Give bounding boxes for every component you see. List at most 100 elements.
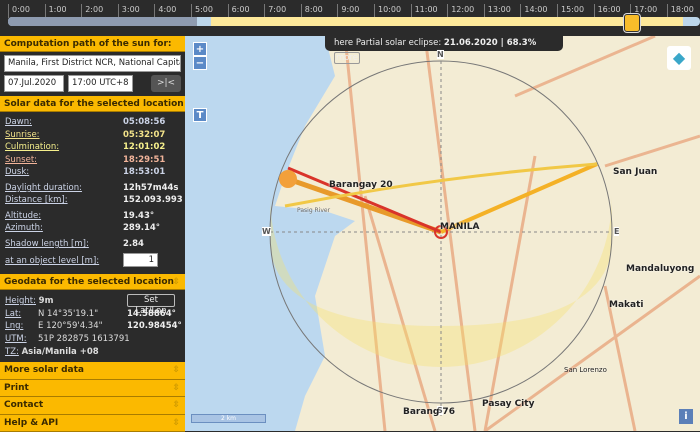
section-header[interactable]: Help & API⇳ [0,415,185,432]
label-makati: Makati [609,300,643,310]
hour-tick[interactable]: 3:00 [118,4,140,18]
shadow-label[interactable]: Shadow length [m]: [5,239,89,249]
eclipse-text: here Partial solar eclipse: [334,38,441,48]
solar-label[interactable]: Culmination: [5,142,59,152]
eclipse-banner: here Partial solar eclipse: 21.06.2020 |… [325,36,563,51]
solar-label[interactable]: Sunrise: [5,130,40,140]
sun-position [279,170,297,188]
hour-tick[interactable]: 11:00 [411,4,438,18]
solar-row: Culmination: 12:01:02 [5,141,180,153]
hour-tick[interactable]: 16:00 [594,4,621,18]
solar-row: Dusk: 18:53:01 [5,166,180,178]
tz-label[interactable]: TZ: [5,347,19,357]
geodata-header[interactable]: Geodata for the selected location⇳ [0,274,185,290]
solar-label[interactable]: Sunset: [5,155,37,165]
label-barangay-20: Barangay 20 [329,180,393,190]
roads [345,36,700,431]
info-button[interactable]: i [679,409,693,424]
scale-bar: 2 km [191,414,266,423]
lat-label[interactable]: Lat: [5,309,21,319]
section-label: Contact [4,400,43,410]
hour-tick[interactable]: 13:00 [484,4,511,18]
hour-tick[interactable]: 4:00 [154,4,176,18]
solar-row: Dawn: 05:08:56 [5,116,180,128]
section-header[interactable]: More solar data⇳ [0,362,185,380]
expand-icon[interactable]: ⇳ [172,415,180,431]
hour-tick[interactable]: 14:00 [520,4,547,18]
solar-value: 05:08:56 [123,116,165,128]
hour-tick[interactable]: 18:00 [667,4,694,18]
section-header[interactable]: Contact ⇳ [0,397,185,415]
lat-decimal: 14.58864° [127,308,176,320]
t-button[interactable]: T [193,108,207,122]
object-level-label[interactable]: at an object level [m]: [5,256,99,266]
label-pasay-city: Pasay City [482,399,534,409]
expand-icon[interactable]: ⇳ [172,380,180,396]
geodata-header-label: Geodata for the selected location [4,277,174,287]
time-input[interactable]: 17:00 UTC+8 [68,75,133,92]
expand-icon[interactable]: ⇳ [172,362,180,378]
solar-label[interactable]: Dusk: [5,167,29,177]
label-san-juan: San Juan [613,167,657,177]
hour-tick[interactable]: 2:00 [81,4,103,18]
hour-tick[interactable]: 10:00 [374,4,401,18]
hour-tick[interactable]: 9:00 [337,4,359,18]
azimuth-value: 289.14° [123,222,160,234]
height-value: 9m [39,296,54,306]
hour-tick[interactable]: 8:00 [301,4,323,18]
shadow-value: 2.84 [123,238,144,250]
set-latlon-button[interactable]: Set Lat/Lon [127,294,175,307]
distance-value: 152.093.993 [123,194,183,206]
hour-tick[interactable]: 7:00 [264,4,286,18]
section-label: Print [4,383,29,393]
solar-row: Sunset: 18:29:51 [5,154,180,166]
now-button[interactable]: >|< [151,75,181,92]
object-level-input[interactable]: 1 [123,253,158,267]
time-slider-handle[interactable] [624,14,640,32]
daylight-value: 12h57m44s [123,182,178,194]
solar-value: 18:53:01 [123,166,165,178]
path-header: Computation path of the sun for: [0,36,185,52]
location-input[interactable]: Manila, First District NCR, National Cap… [4,55,181,72]
compass-e: E [614,227,619,236]
utm-label[interactable]: UTM: [5,334,27,344]
altitude-value: 19.43° [123,210,154,222]
hour-tick[interactable]: 0:00 [8,4,30,18]
zoom-out-button[interactable]: − [193,56,207,70]
date-input[interactable]: 07.Jul.2020 [4,75,64,92]
zoom-in-button[interactable]: + [193,42,207,56]
solar-label[interactable]: Dawn: [5,117,32,127]
section-header[interactable]: Print ⇳ [0,380,185,398]
solar-header: Solar data for the selected location [0,96,185,112]
solar-value: 05:32:07 [123,129,165,141]
compass-n: N [437,50,444,59]
hour-tick[interactable]: 5:00 [191,4,213,18]
utm-value: 51P 282875 1613791 [38,333,130,345]
azimuth-label[interactable]: Azimuth: [5,223,43,233]
label-manila: MANILA [440,222,480,232]
altitude-label[interactable]: Altitude: [5,211,41,221]
daylight-label[interactable]: Daylight duration: [5,183,82,193]
layers-icon[interactable]: ◆ [667,46,691,70]
tz-value: Asia/Manila +08 [22,347,99,357]
collapse-icon[interactable]: ⇳ [172,274,180,290]
lng-label[interactable]: Lng: [5,321,23,331]
label-pasig-river: Pasig River [297,207,330,214]
hour-tick[interactable]: 12:00 [447,4,474,18]
day-night-bar[interactable] [8,17,700,26]
solar-value: 18:29:51 [123,154,165,166]
distance-label[interactable]: Distance [km]: [5,195,68,205]
height-label[interactable]: Height: [5,296,36,306]
daylight-segment [211,17,683,26]
lng-dms: E 120°59'4.34" [38,320,103,332]
solar-value: 12:01:02 [123,141,165,153]
expand-icon[interactable]: ⇳ [172,397,180,413]
map[interactable]: + − T here Partial solar eclipse: 21.06.… [185,36,700,431]
label-mandaluyong: Mandaluyong [626,264,694,274]
hour-tick[interactable]: 6:00 [228,4,250,18]
more-button[interactable]: more [334,52,360,64]
hour-tick[interactable]: 1:00 [45,4,67,18]
hour-tick[interactable]: 15:00 [557,4,584,18]
compass-w: W [262,227,271,236]
timeline[interactable]: 0:00 1:00 2:00 3:00 4:00 5:00 6:00 7:00 8:00 9:00… [0,0,700,36]
